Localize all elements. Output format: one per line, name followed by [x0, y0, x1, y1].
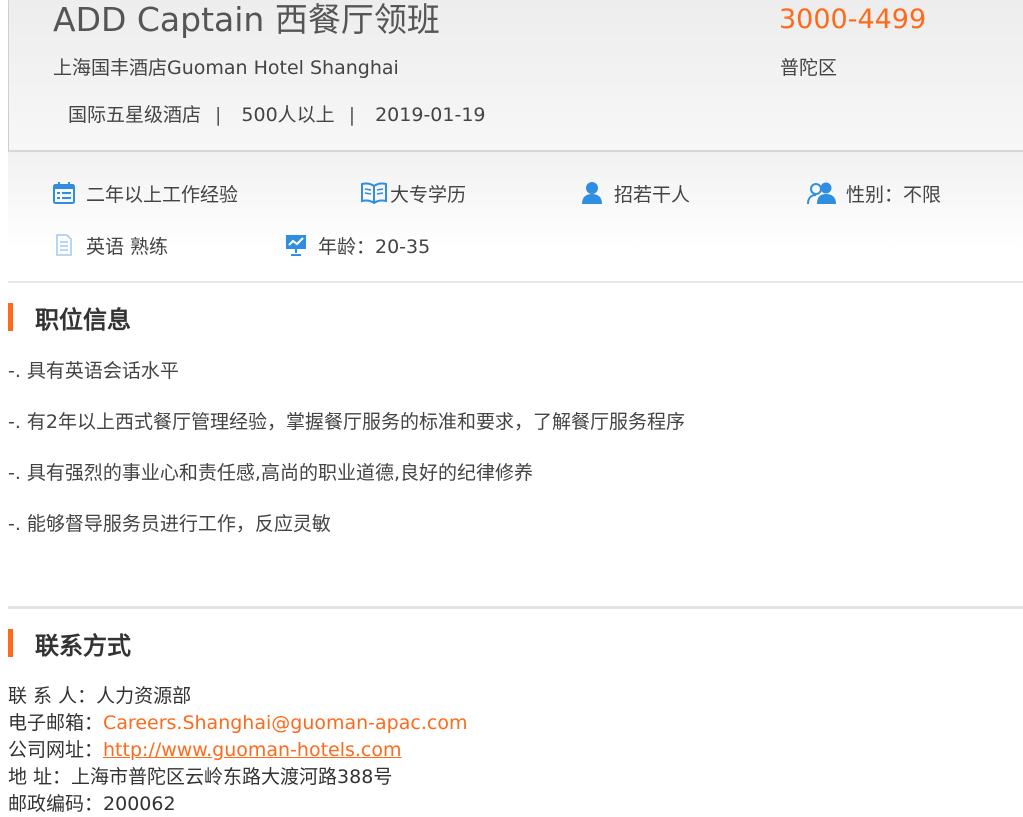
separator: | [348, 104, 356, 126]
company-type: 国际五星级酒店 [68, 104, 202, 126]
contact-address-line: 地 址：上海市普陀区云岭东路大渡河路388号 [8, 764, 392, 790]
calendar-icon [50, 179, 78, 207]
contact-website-line: 公司网址：http://www.guoman-hotels.com [8, 737, 402, 763]
section-title-text: 联系方式 [35, 631, 131, 660]
open-book-icon [360, 179, 388, 207]
contact-postcode-value: 200062 [103, 793, 176, 815]
req-gender-text: 性别：不限 [846, 183, 942, 206]
company-size: 500人以上 [241, 104, 335, 126]
job-title: ADD Captain 西餐厅领班 [53, 0, 440, 39]
duty-item: -. 具有英语会话水平 [8, 360, 179, 382]
req-headcount: 招若干人 [578, 179, 690, 207]
post-date: 2019-01-19 [375, 104, 486, 126]
duty-item: -. 有2年以上西式餐厅管理经验，掌握餐厅服务的标准和要求，了解餐厅服务程序 [8, 411, 686, 433]
req-headcount-text: 招若干人 [614, 183, 691, 206]
contact-person-label: 联 系 人： [8, 685, 97, 707]
contact-email-link[interactable]: Careers.Shanghai@guoman-apac.com [103, 712, 467, 734]
people-icon [806, 179, 838, 207]
req-language-text: 英语 熟练 [86, 235, 169, 258]
duty-item: -. 能够督导服务员进行工作，反应灵敏 [8, 513, 331, 535]
contact-address-value: 上海市普陀区云岭东路大渡河路388号 [71, 766, 393, 788]
section-title-text: 职位信息 [35, 305, 131, 334]
req-age-text: 年龄：20-35 [318, 235, 431, 258]
person-icon [578, 179, 606, 207]
company-name[interactable]: 上海国丰酒店Guoman Hotel Shanghai [53, 55, 399, 81]
duty-item: -. 具有强烈的事业心和责任感,高尚的职业道德,良好的纪律修养 [8, 462, 534, 484]
section-contact: 联系方式 [8, 627, 131, 660]
req-education: 大专学历 [360, 179, 466, 207]
job-requirements [8, 152, 1023, 283]
contact-person-line: 联 系 人：人力资源部 [8, 683, 191, 709]
contact-postcode-label: 邮政编码： [8, 793, 104, 815]
contact-email-line: 电子邮箱：Careers.Shanghai@guoman-apac.com [8, 710, 467, 736]
district-label: 普陀区 [780, 57, 838, 79]
job-header-card: ADD Captain 西餐厅领班 3000-4499 上海国丰酒店Guoman… [8, 0, 1023, 152]
separator: | [215, 104, 222, 126]
req-experience: 二年以上工作经验 [50, 179, 238, 207]
contact-email-label: 电子邮箱： [8, 712, 104, 734]
req-age: 年龄：20-35 [282, 231, 430, 259]
salary-range: 3000-4499 [779, 4, 927, 35]
contact-postcode-line: 邮政编码：200062 [8, 791, 176, 817]
contact-website-label: 公司网址： [8, 739, 104, 761]
company-meta-row: 国际五星级酒店 | 500人以上 | 2019-01-19 [68, 102, 486, 128]
contact-person-value: 人力资源部 [96, 685, 192, 707]
req-education-text: 大专学历 [390, 183, 467, 206]
section-accent-bar [8, 303, 13, 331]
contact-website-link[interactable]: http://www.guoman-hotels.com [103, 739, 402, 761]
section-divider [8, 606, 1023, 609]
req-gender: 性别：不限 [806, 179, 941, 207]
req-language: 英语 熟练 [50, 231, 168, 259]
document-icon [50, 231, 78, 259]
req-experience-text: 二年以上工作经验 [86, 183, 239, 206]
section-position-info: 职位信息 [8, 301, 131, 334]
contact-address-label: 地 址： [8, 766, 72, 788]
chart-board-icon [282, 231, 310, 259]
section-accent-bar [8, 629, 13, 657]
